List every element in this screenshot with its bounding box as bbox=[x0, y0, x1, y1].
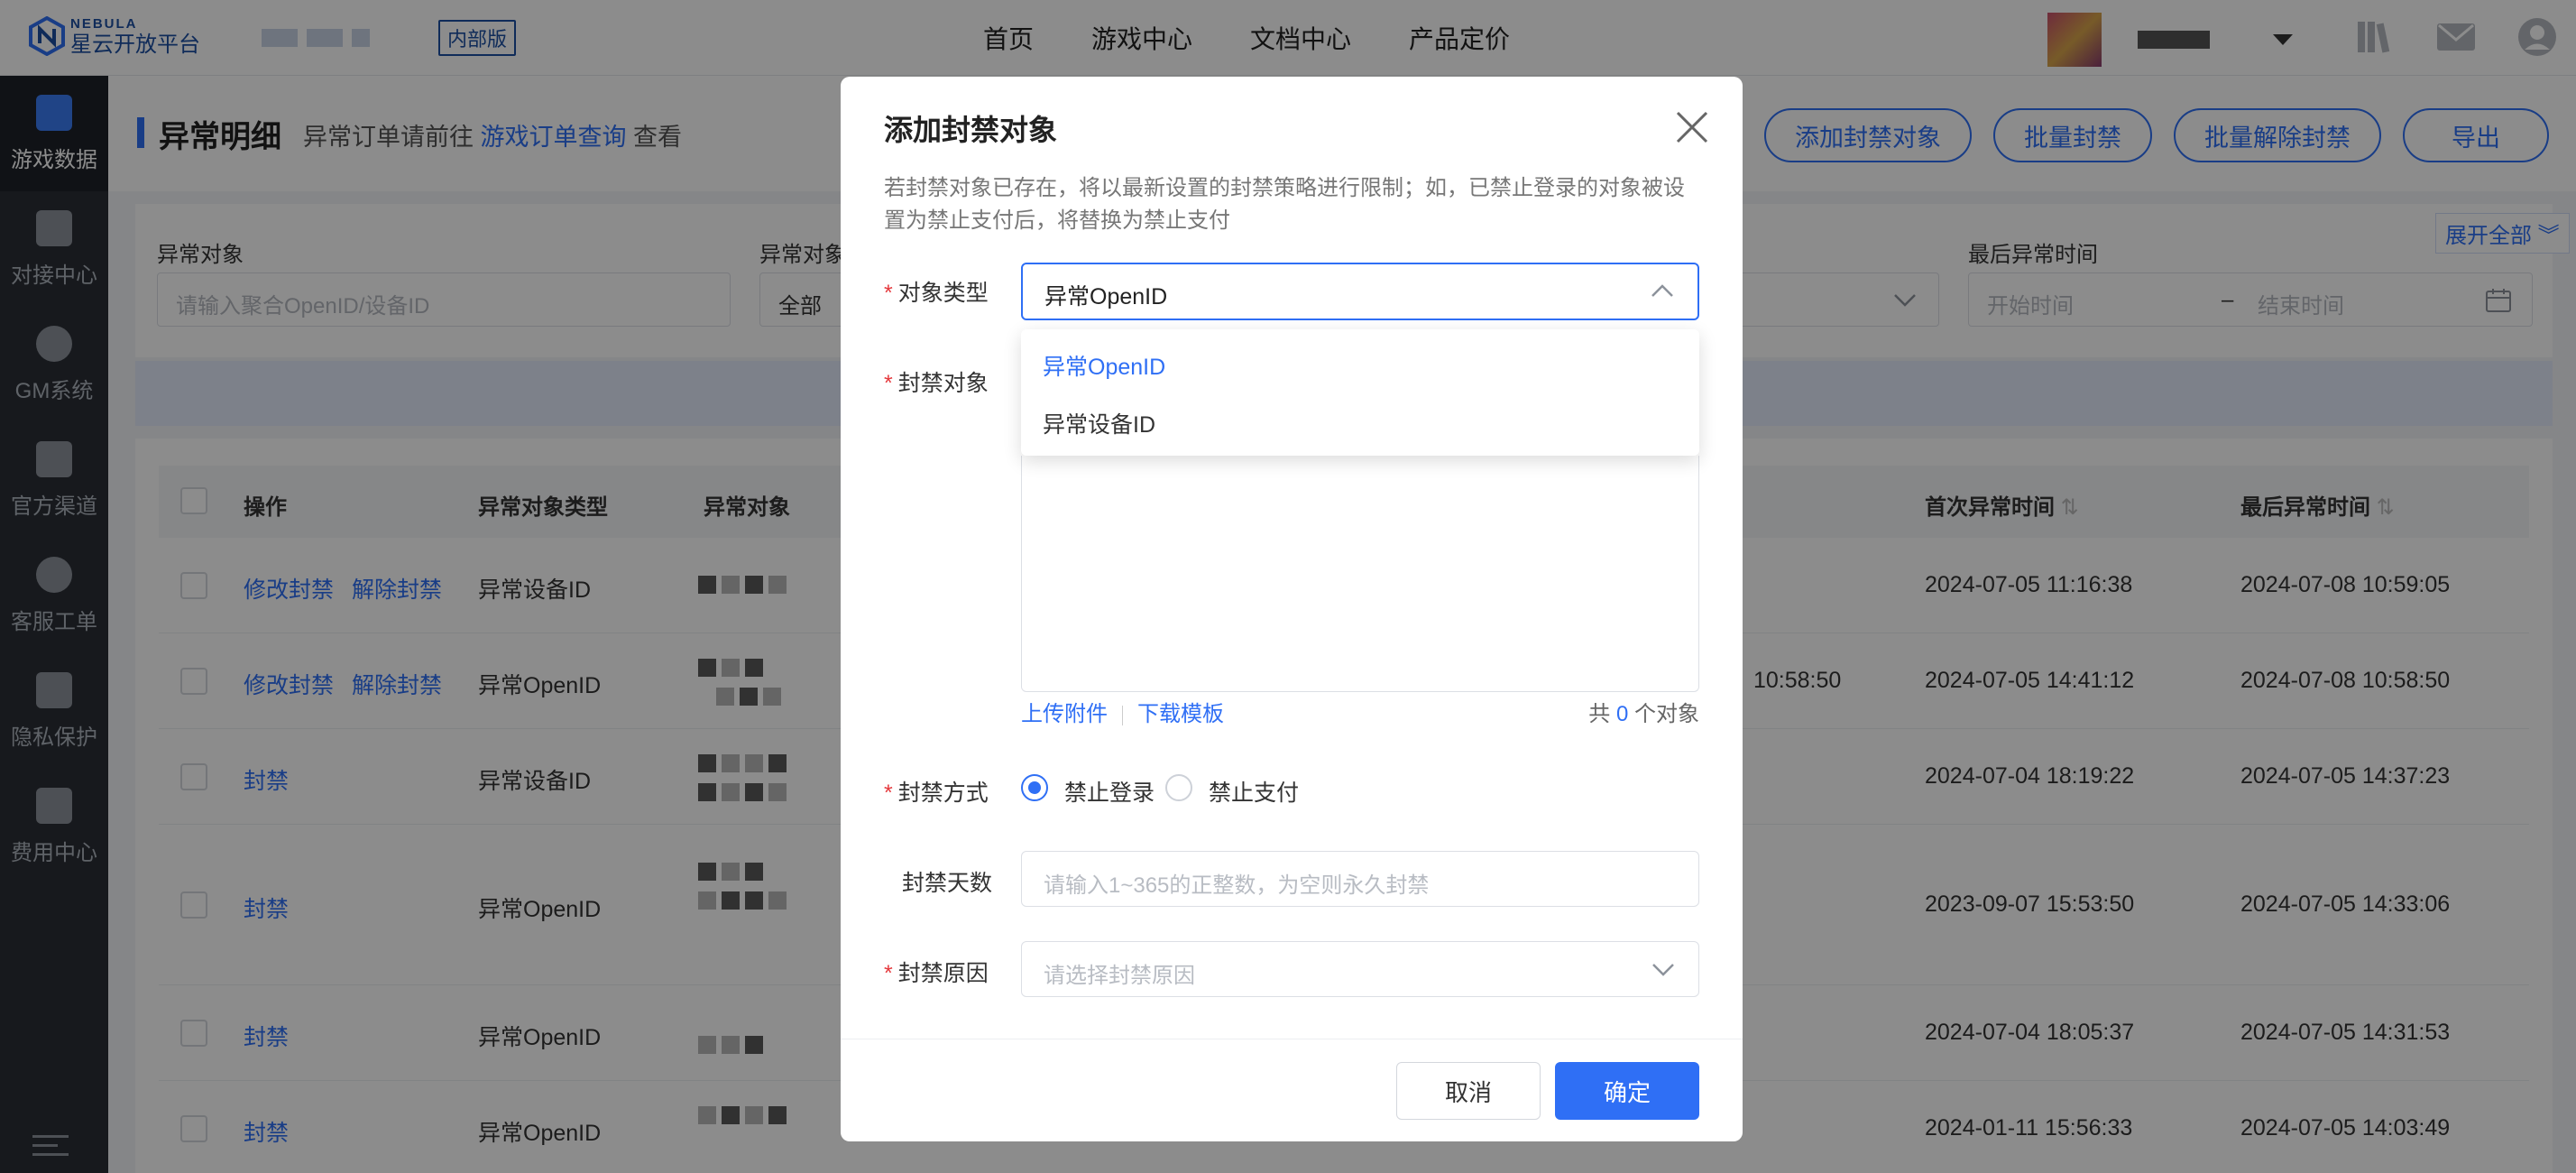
object-type-label: * 对象类型 bbox=[884, 281, 989, 306]
close-icon[interactable] bbox=[1672, 107, 1712, 147]
object-type-value: 异常OpenID bbox=[1044, 284, 1168, 309]
ban-target-textarea[interactable] bbox=[1021, 456, 1699, 692]
chevron-down-icon bbox=[1652, 964, 1674, 976]
cancel-button[interactable]: 取消 bbox=[1396, 1062, 1541, 1120]
download-template-link[interactable]: 下载模板 bbox=[1137, 702, 1224, 726]
ban-method-label: * 封禁方式 bbox=[884, 780, 989, 806]
upload-row: 上传附件 下载模板 共 0 个对象 bbox=[1021, 696, 1699, 727]
radio-forbid-login[interactable] bbox=[1021, 774, 1048, 801]
ban-reason-select[interactable]: 请选择封禁原因 bbox=[1021, 941, 1699, 997]
object-type-dropdown: 异常OpenID 异常设备ID bbox=[1021, 329, 1699, 456]
dialog-title: 添加封禁对象 bbox=[884, 114, 1058, 146]
forbid-payment-label[interactable]: 禁止支付 bbox=[1209, 775, 1299, 808]
radio-forbid-payment[interactable] bbox=[1165, 774, 1192, 801]
object-type-select[interactable]: 异常OpenID bbox=[1021, 263, 1699, 320]
chevron-up-icon bbox=[1651, 284, 1673, 297]
option-abnormal-device-id[interactable]: 异常设备ID bbox=[1043, 407, 1155, 439]
ban-reason-label: * 封禁原因 bbox=[884, 961, 989, 986]
divider bbox=[1122, 705, 1123, 725]
upload-attachment-link[interactable]: 上传附件 bbox=[1021, 702, 1108, 726]
forbid-login-label[interactable]: 禁止登录 bbox=[1064, 775, 1155, 808]
option-abnormal-openid[interactable]: 异常OpenID bbox=[1043, 349, 1165, 382]
add-ban-target-dialog: 添加封禁对象 若封禁对象已存在，将以最新设置的封禁策略进行限制；如，已禁止登录的… bbox=[841, 77, 1743, 1141]
ban-days-label: 封禁天数 bbox=[902, 871, 993, 896]
ban-target-label: * 封禁对象 bbox=[884, 371, 989, 396]
ban-reason-placeholder: 请选择封禁原因 bbox=[1044, 964, 1195, 988]
target-count: 共 0 个对象 bbox=[1588, 702, 1699, 726]
ban-days-input[interactable]: 请输入1~365的正整数，为空则永久封禁 bbox=[1021, 851, 1699, 907]
dialog-note: 若封禁对象已存在，将以最新设置的封禁策略进行限制；如，已禁止登录的对象被设置为禁… bbox=[884, 176, 1685, 233]
confirm-button[interactable]: 确定 bbox=[1555, 1062, 1699, 1120]
